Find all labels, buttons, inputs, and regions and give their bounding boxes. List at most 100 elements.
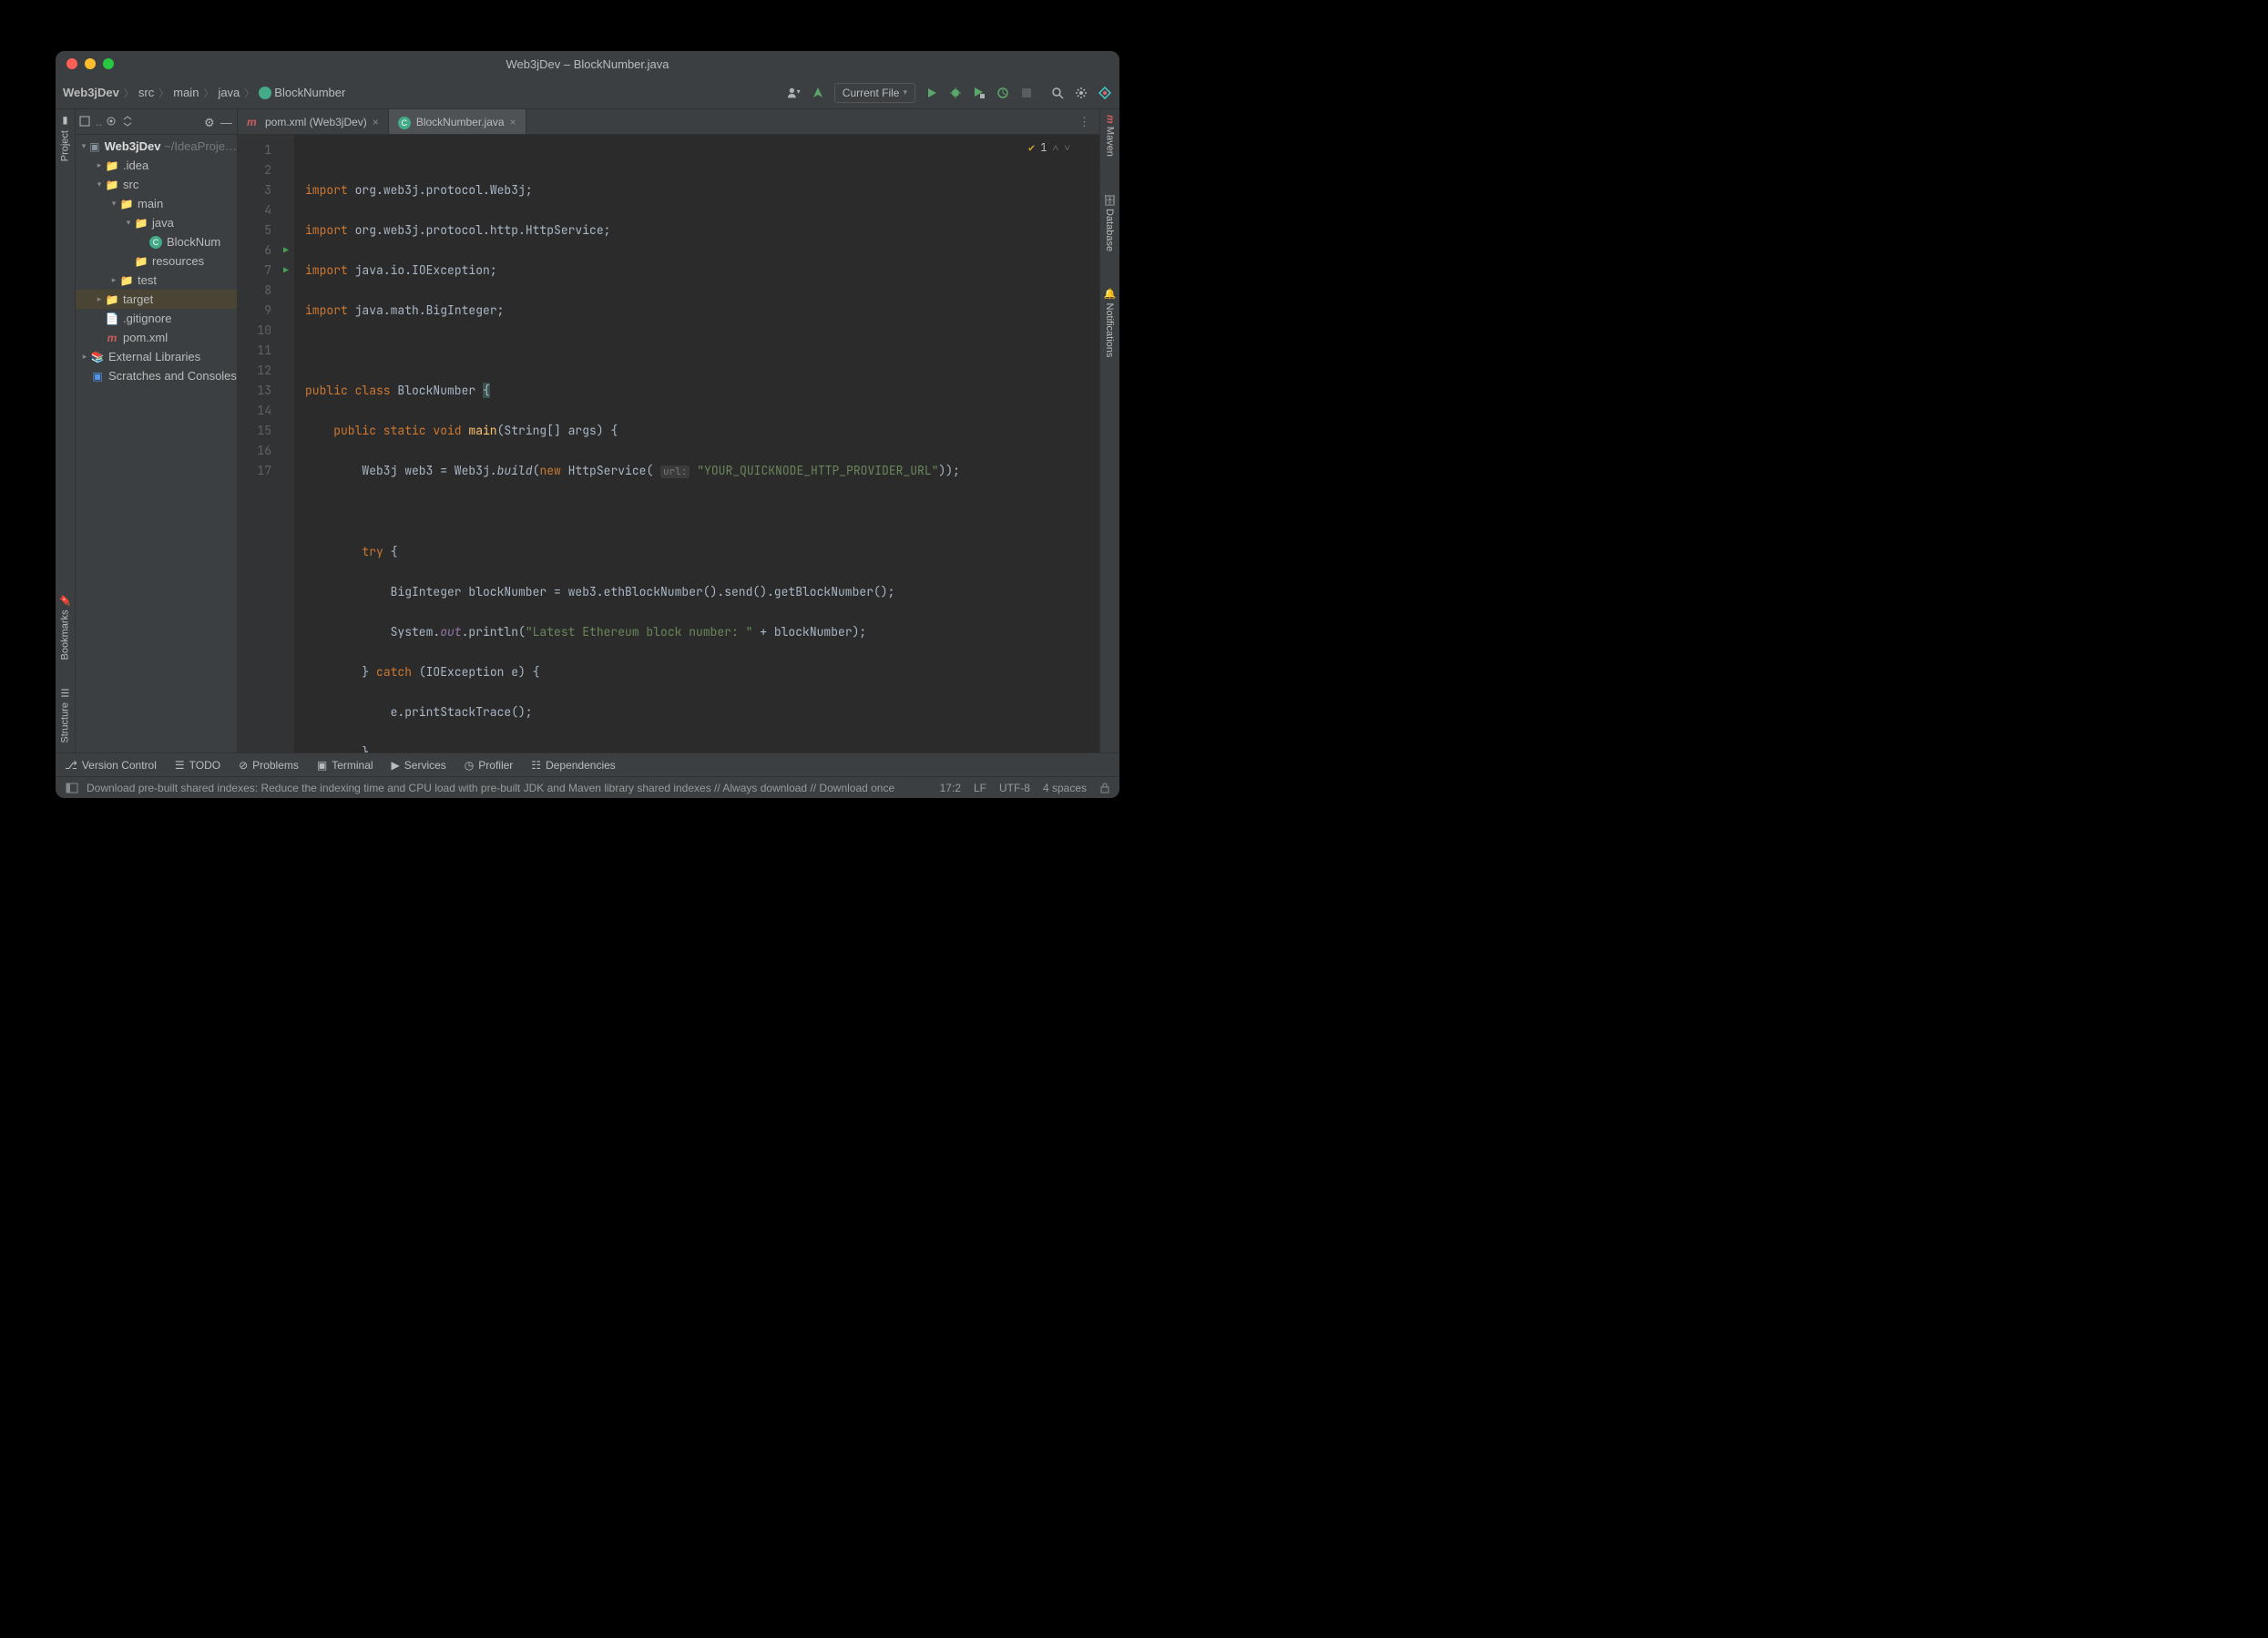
class-file-icon: C (148, 235, 163, 249)
line-gutter: 1 2 3 4 5 6 7 8 9 10 11 12 13 14 15 16 1 (238, 135, 278, 752)
bookmarks-tool-button[interactable]: Bookmarks 🔖 (59, 594, 71, 660)
run-main-gutter-icon[interactable]: ▶ (278, 261, 294, 281)
database-icon: 🗄 (1104, 193, 1115, 206)
breadcrumb-java[interactable]: java (218, 86, 240, 99)
notifications-tool-button[interactable]: 🔔 Notifications (1104, 288, 1116, 357)
tree-blocknumber[interactable]: CBlockNum (76, 232, 237, 251)
bookmark-icon: 🔖 (59, 594, 71, 606)
editor-tabs: m pom.xml (Web3jDev) × C BlockNumber.jav… (238, 109, 1099, 135)
terminal-tool-button[interactable]: ▣Terminal (317, 759, 373, 772)
tree-target[interactable]: ▸📁target (76, 290, 237, 309)
run-button[interactable] (925, 86, 939, 100)
tree-src[interactable]: ▾📁src (76, 175, 237, 194)
breadcrumb-file[interactable]: BlockNumber (259, 86, 345, 100)
tree-root[interactable]: ▾▣Web3jDev ~/IdeaProje… (76, 137, 237, 156)
tool-windows-toggle-icon[interactable] (65, 781, 79, 795)
main-area: Project ▮ Bookmarks 🔖 Structure ☰ .. (56, 109, 1119, 752)
encoding[interactable]: UTF-8 (999, 782, 1030, 794)
close-tab-icon[interactable]: × (510, 116, 516, 128)
project-header-dots: .. (96, 115, 102, 128)
select-opened-file-icon[interactable] (106, 116, 118, 128)
tab-blocknumber[interactable]: C BlockNumber.java × (389, 109, 526, 134)
close-window-button[interactable] (66, 58, 77, 69)
editor-area: m pom.xml (Web3jDev) × C BlockNumber.jav… (238, 109, 1099, 752)
todo-icon: ☰ (175, 759, 185, 772)
traffic-lights (66, 58, 114, 69)
search-button[interactable] (1050, 86, 1065, 100)
project-tool-button[interactable]: Project ▮ (59, 115, 71, 161)
status-right: 17:2 LF UTF-8 4 spaces (940, 782, 1110, 794)
problems-tool-button[interactable]: ⊘Problems (239, 759, 299, 772)
indent-status[interactable]: 4 spaces (1043, 782, 1087, 794)
tree-idea[interactable]: ▸📁.idea (76, 156, 237, 175)
code-content[interactable]: import org.web3j.protocol.Web3j; import … (294, 135, 1099, 752)
tree-test[interactable]: ▸📁test (76, 271, 237, 290)
stop-button[interactable] (1019, 86, 1034, 100)
titlebar: Web3jDev – BlockNumber.java (56, 51, 1119, 77)
tree-gitignore[interactable]: 📄.gitignore (76, 309, 237, 328)
coverage-button[interactable] (972, 86, 986, 100)
tree-resources[interactable]: 📁resources (76, 251, 237, 271)
structure-icon: ☰ (59, 687, 71, 699)
run-configuration-select[interactable]: Current File (834, 83, 915, 103)
project-tree: ▾▣Web3jDev ~/IdeaProje… ▸📁.idea ▾📁src ▾📁… (76, 135, 237, 752)
maven-tab-icon: m (247, 116, 260, 128)
profiler-tool-button[interactable]: ◷Profiler (465, 759, 514, 772)
minimize-window-button[interactable] (85, 58, 96, 69)
debug-button[interactable] (948, 86, 963, 100)
expand-all-icon[interactable] (122, 116, 135, 128)
services-tool-button[interactable]: ▶Services (392, 759, 446, 772)
toolbar-right: ▾ Current File (787, 83, 1112, 103)
readonly-lock-icon[interactable] (1099, 783, 1110, 793)
left-tool-stripe: Project ▮ Bookmarks 🔖 Structure ☰ (56, 109, 76, 752)
profiler-button[interactable] (996, 86, 1010, 100)
close-tab-icon[interactable]: × (373, 116, 379, 128)
project-view-selector[interactable] (79, 116, 92, 128)
prev-highlight-icon[interactable]: ˄ (1052, 140, 1058, 155)
maximize-window-button[interactable] (103, 58, 114, 69)
tree-java[interactable]: ▾📁java (76, 213, 237, 232)
tree-pom[interactable]: mpom.xml (76, 328, 237, 347)
editor-body[interactable]: 1 2 3 4 5 6 7 8 9 10 11 12 13 14 15 16 1 (238, 135, 1099, 752)
ide-window: Web3jDev – BlockNumber.java Web3jDev src… (56, 51, 1119, 798)
settings-button[interactable] (1074, 86, 1088, 100)
tab-pom[interactable]: m pom.xml (Web3jDev) × (238, 109, 389, 134)
bell-icon: 🔔 (1104, 288, 1115, 300)
breadcrumb: Web3jDev src main java BlockNumber (63, 86, 345, 100)
profiler-tool-icon: ◷ (465, 759, 474, 772)
project-settings-icon[interactable]: ⚙ (204, 116, 217, 128)
account-icon[interactable]: ▾ (787, 86, 802, 100)
next-highlight-icon[interactable]: ˅ (1064, 140, 1070, 155)
breadcrumb-root[interactable]: Web3jDev (63, 86, 119, 99)
tabs-more-icon[interactable]: ⋮ (1069, 109, 1099, 134)
problems-icon: ⊘ (239, 759, 248, 772)
breadcrumb-main[interactable]: main (173, 86, 199, 99)
database-tool-button[interactable]: 🗄 Database (1104, 193, 1116, 251)
tree-scratches[interactable]: ▣Scratches and Consoles (76, 366, 237, 385)
structure-tool-button[interactable]: Structure ☰ (59, 687, 71, 743)
parameter-hint: url: (660, 466, 690, 478)
inspection-widget[interactable]: ✔ 1 ˄ ˅ (1028, 140, 1070, 155)
build-icon[interactable] (811, 86, 825, 100)
class-tab-icon: C (398, 116, 411, 128)
project-header: .. ⚙ — (76, 109, 237, 135)
code-with-me-icon[interactable] (1098, 86, 1112, 100)
breadcrumb-src[interactable]: src (138, 86, 154, 99)
line-separator[interactable]: LF (974, 782, 986, 794)
dependencies-tool-button[interactable]: ☷Dependencies (531, 759, 616, 772)
todo-tool-button[interactable]: ☰TODO (175, 759, 220, 772)
tree-main[interactable]: ▾📁main (76, 194, 237, 213)
status-bar: Download pre-built shared indexes: Reduc… (56, 776, 1119, 798)
status-message[interactable]: Download pre-built shared indexes: Reduc… (87, 782, 940, 794)
tree-external-libs[interactable]: ▸📚External Libraries (76, 347, 237, 366)
vcs-tool-button[interactable]: ⎇Version Control (65, 759, 157, 772)
run-class-gutter-icon[interactable]: ▶ (278, 241, 294, 261)
window-title: Web3jDev – BlockNumber.java (506, 57, 669, 71)
hide-panel-icon[interactable]: — (220, 116, 233, 128)
maven-tool-button[interactable]: m Maven (1105, 115, 1116, 157)
deps-icon: ☷ (531, 759, 541, 772)
svg-text:▾: ▾ (796, 87, 800, 95)
services-icon: ▶ (392, 759, 400, 772)
branch-icon: ⎇ (65, 759, 77, 772)
caret-position[interactable]: 17:2 (940, 782, 961, 794)
